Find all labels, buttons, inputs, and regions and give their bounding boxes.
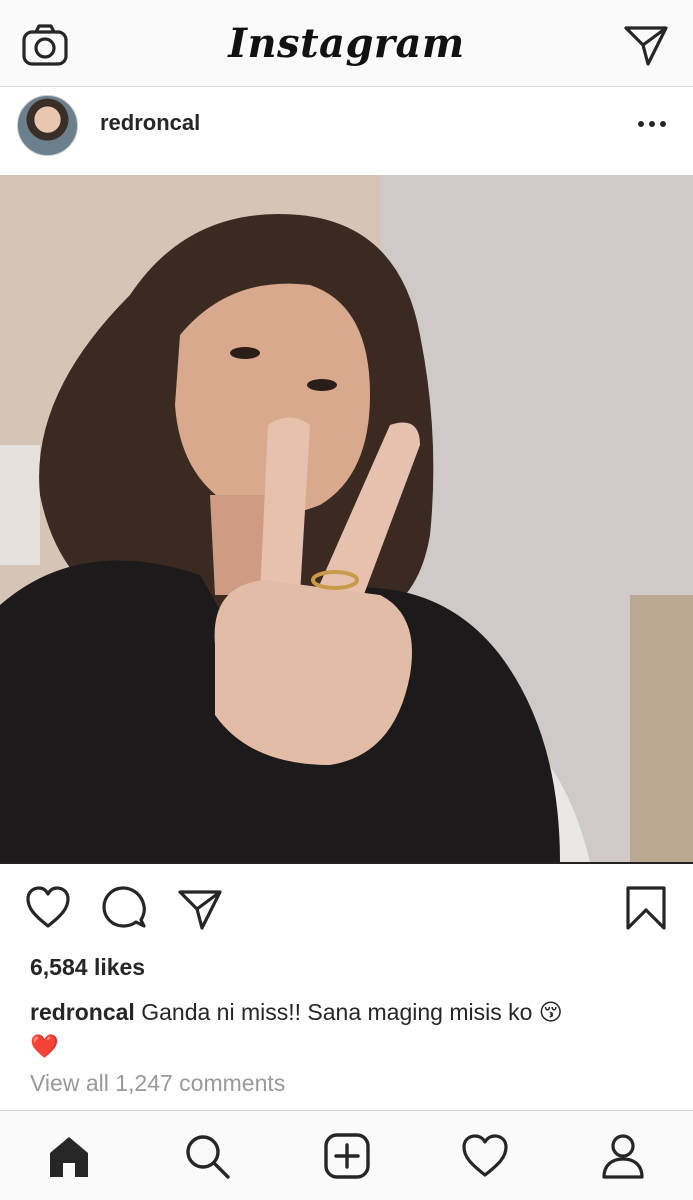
bookmark-icon[interactable] <box>622 884 670 932</box>
top-app-bar: Instagram <box>0 0 693 87</box>
post-header: redroncal <box>0 87 693 174</box>
post-actions <box>0 862 693 952</box>
view-all-comments-link[interactable]: View all 1,247 comments <box>30 1070 285 1097</box>
post-caption: redroncal Ganda ni miss!! Sana maging mi… <box>30 995 670 1063</box>
likes-count[interactable]: 6,584 likes <box>30 954 145 981</box>
heart-icon[interactable] <box>24 884 72 932</box>
caption-heart: ❤️ <box>30 1033 59 1059</box>
post-username[interactable]: redroncal <box>100 110 200 136</box>
paper-plane-icon[interactable] <box>620 20 672 68</box>
camera-icon[interactable] <box>20 22 72 70</box>
avatar[interactable] <box>17 95 78 156</box>
profile-icon[interactable] <box>598 1131 648 1181</box>
bottom-nav <box>0 1110 693 1200</box>
post-photo-illustration <box>0 175 693 862</box>
home-icon[interactable] <box>44 1131 94 1181</box>
instagram-logo: Instagram <box>228 20 465 67</box>
caption-username[interactable]: redroncal <box>30 999 135 1025</box>
activity-heart-icon[interactable] <box>460 1131 510 1181</box>
caption-text: Ganda ni miss!! Sana maging misis ko 😚 <box>134 999 563 1025</box>
comment-icon[interactable] <box>100 884 148 932</box>
search-icon[interactable] <box>182 1131 232 1181</box>
share-icon[interactable] <box>176 884 224 932</box>
post-photo[interactable] <box>0 175 693 862</box>
add-post-icon[interactable] <box>322 1131 372 1181</box>
ellipsis-icon[interactable] <box>632 105 672 141</box>
